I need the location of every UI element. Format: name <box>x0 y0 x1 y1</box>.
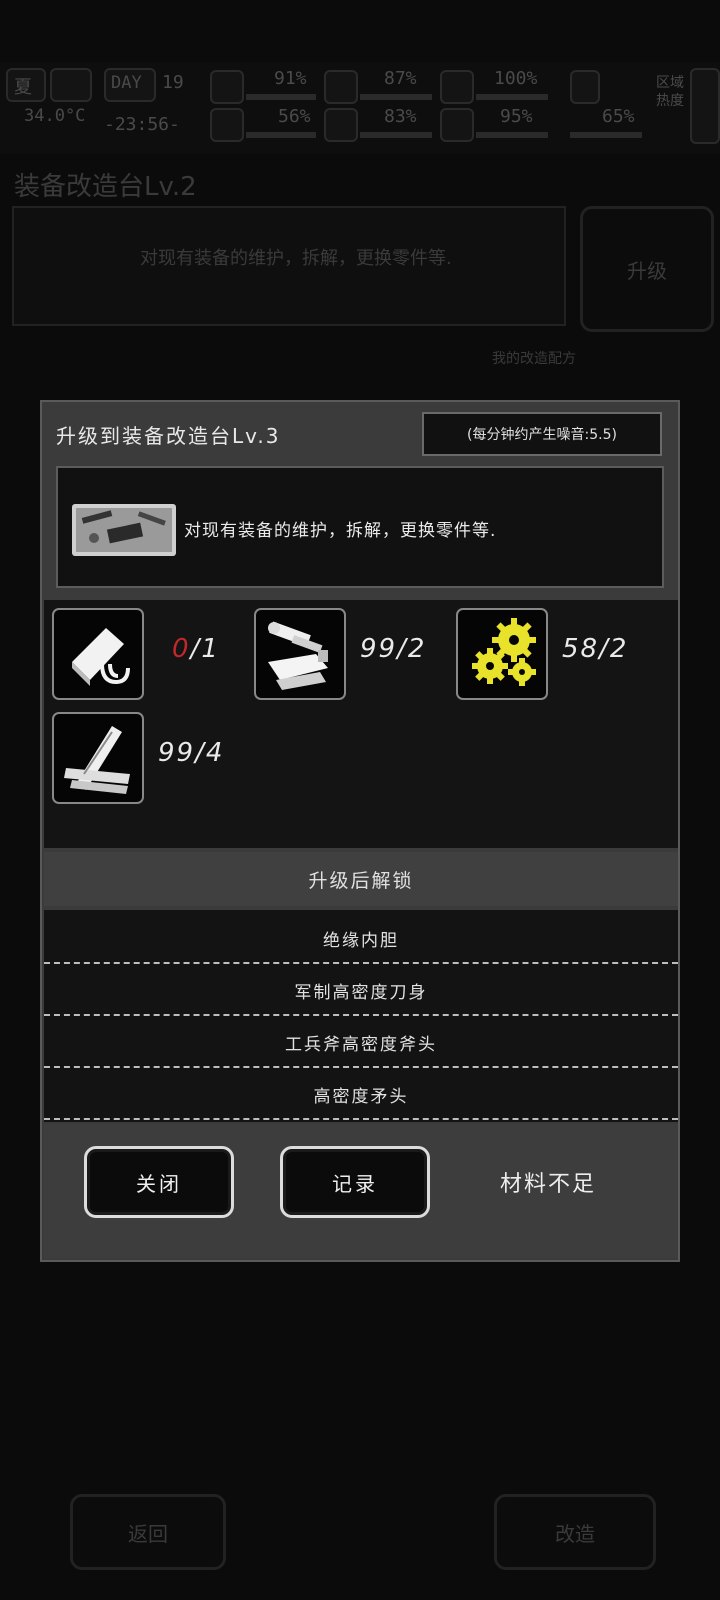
record-button[interactable]: 记录 <box>280 1146 430 1218</box>
mind-value: 56% <box>278 106 311 127</box>
unlock-item-label: 军制高密度刀身 <box>294 982 428 1003</box>
close-button-label: 关闭 <box>136 1171 182 1196</box>
mind-bar <box>246 132 316 138</box>
clock-readout: -23:56- <box>104 114 180 135</box>
temperature-readout: 34.0°C <box>24 106 86 126</box>
cloud-icon <box>50 68 92 102</box>
material-count-parts: 99/2 <box>360 634 426 664</box>
station-info-panel: 对现有装备的维护，拆解，更换零件等. <box>12 206 566 326</box>
season-label: 夏 <box>14 77 32 98</box>
description-box: 对现有装备的维护，拆解，更换零件等. <box>56 466 664 588</box>
material-count-clip: 0/1 <box>172 634 220 664</box>
heat-meter <box>690 68 720 144</box>
dialog-footer: 关闭 记录 材料不足 <box>44 1124 678 1258</box>
unlock-header: 升级后解锁 <box>44 852 678 906</box>
dialog-title: 升级到装备改造台Lv.3 <box>56 424 281 448</box>
dialog-description: 对现有装备的维护，拆解，更换零件等. <box>184 521 497 541</box>
need-count: 1 <box>201 634 220 664</box>
unlock-item-label: 高密度矛头 <box>313 1086 409 1107</box>
unlock-list: 绝缘内胆 军制高密度刀身 工兵斧高密度斧头 高密度矛头 <box>44 910 678 1122</box>
materials-panel: 0/1 99/2 58/2 99/4 <box>44 600 678 848</box>
day-label-box: DAY <box>104 68 156 102</box>
workbench-icon <box>72 504 176 556</box>
stomach-value: 87% <box>384 68 417 89</box>
upgrade-dialog: 升级到装备改造台Lv.3 (每分钟约产生噪音:5.5) 对现有装备的维护，拆解，… <box>40 400 680 1262</box>
stomach-bar <box>360 94 432 100</box>
unlock-item: 工兵斧高密度斧头 <box>44 1018 678 1068</box>
record-button-label: 记录 <box>332 1171 378 1196</box>
health-bar <box>246 94 316 100</box>
noise-note-text: (每分钟约产生噪音:5.5) <box>467 427 617 443</box>
material-count-planks: 99/4 <box>158 738 224 768</box>
count-separator: / <box>190 634 202 664</box>
material-count-gears: 58/2 <box>562 634 628 664</box>
need-count: 2 <box>609 634 629 664</box>
material-slot-planks[interactable] <box>52 712 144 804</box>
need-count: 4 <box>205 738 225 768</box>
parts-icon <box>256 621 344 702</box>
back-label: 返回 <box>128 1521 168 1546</box>
unlock-item: 高密度矛头 <box>44 1070 678 1120</box>
have-count: 99 <box>360 634 398 664</box>
count-separator: / <box>397 634 408 664</box>
brain-icon <box>210 108 244 142</box>
medkit-icon <box>210 70 244 104</box>
day-number: 19 <box>162 72 184 93</box>
unlock-item: 军制高密度刀身 <box>44 966 678 1016</box>
unlock-header-label: 升级后解锁 <box>308 869 414 892</box>
material-slot-parts[interactable] <box>254 608 346 700</box>
heart-value: 95% <box>500 106 533 127</box>
need-count: 2 <box>407 634 427 664</box>
heart-bar <box>476 132 548 138</box>
season-badge: 夏 <box>6 68 46 102</box>
have-count: 99 <box>158 738 196 768</box>
stamina-bar <box>476 94 548 100</box>
clip-icon <box>54 628 142 702</box>
water-icon <box>324 108 358 142</box>
modify-label: 改造 <box>555 1521 595 1546</box>
gears-icon <box>458 618 546 702</box>
unlock-item: 绝缘内胆 <box>44 914 678 964</box>
recipes-label: 我的改造配方 <box>492 351 576 367</box>
have-count: 0 <box>172 634 191 664</box>
station-title: 装备改造台Lv.2 <box>14 172 197 202</box>
load-value: 65% <box>602 106 635 127</box>
load-icon <box>570 70 600 104</box>
station-desc: 对现有装备的维护，拆解，更换零件等. <box>140 248 452 269</box>
health-value: 91% <box>274 68 307 89</box>
water-bar <box>360 132 432 138</box>
heart-icon <box>440 108 474 142</box>
stomach-icon <box>324 70 358 104</box>
water-value: 83% <box>384 106 417 127</box>
have-count: 58 <box>562 634 600 664</box>
planks-icon <box>54 726 142 806</box>
unlock-item-label: 工兵斧高密度斧头 <box>285 1034 437 1055</box>
back-button[interactable]: 返回 <box>70 1494 226 1570</box>
material-slot-gears[interactable] <box>456 608 548 700</box>
count-separator: / <box>195 738 206 768</box>
upgrade-label: 升级 <box>627 258 667 283</box>
close-button[interactable]: 关闭 <box>84 1146 234 1218</box>
noise-note: (每分钟约产生噪音:5.5) <box>422 412 662 456</box>
modify-button[interactable]: 改造 <box>494 1494 656 1570</box>
count-separator: / <box>599 634 610 664</box>
area-heat-label: 区域热度 <box>656 75 684 109</box>
stamina-value: 100% <box>494 68 538 89</box>
load-bar <box>570 132 642 138</box>
stamina-icon <box>440 70 474 104</box>
material-slot-clip[interactable] <box>52 608 144 700</box>
status-hud: 夏 34.0°C DAY 19 -23:56- 91% 87% 100% 56%… <box>0 62 720 154</box>
day-label: DAY <box>111 73 142 93</box>
upgrade-button[interactable]: 升级 <box>580 206 714 332</box>
upgrade-status-text: 材料不足 <box>500 1172 597 1197</box>
unlock-item-label: 绝缘内胆 <box>323 930 399 951</box>
